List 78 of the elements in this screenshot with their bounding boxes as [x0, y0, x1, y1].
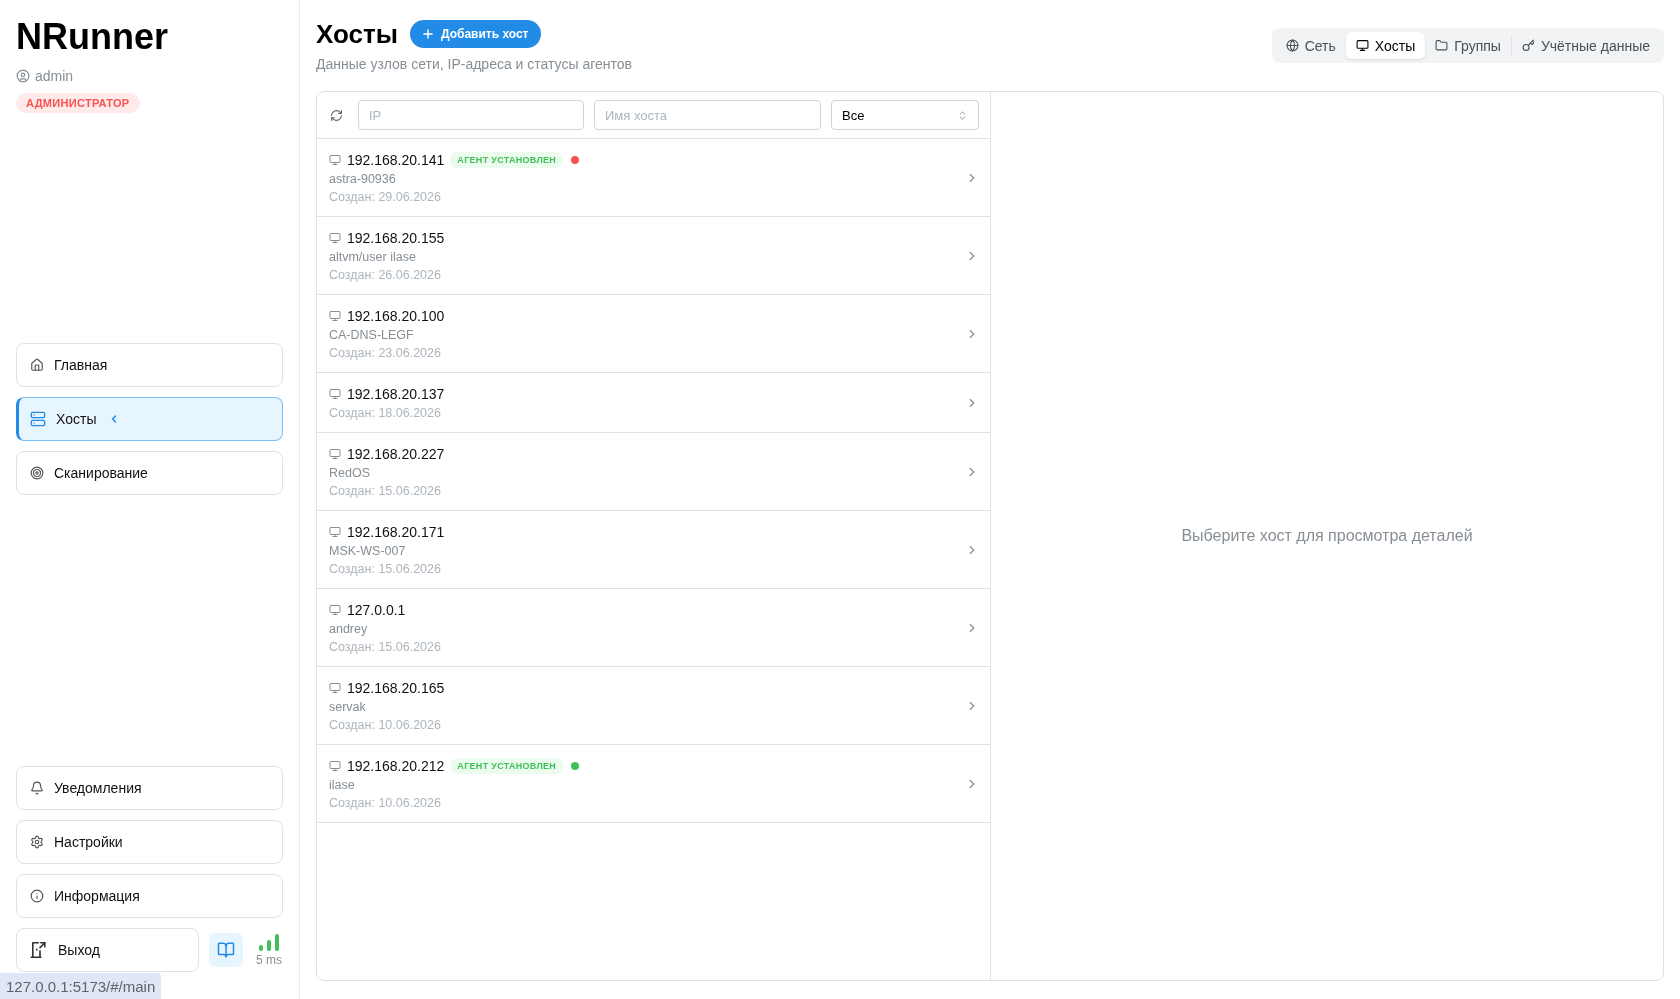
host-name: astra-90936 — [329, 171, 396, 188]
monitor-icon — [1355, 39, 1369, 52]
host-ip: 192.168.20.227 — [347, 446, 445, 462]
folder-icon — [1435, 39, 1449, 52]
host-name: ilase — [329, 777, 355, 794]
tab[interactable]: Сеть — [1275, 32, 1346, 59]
bell-icon — [30, 781, 44, 795]
add-host-button[interactable]: Добавить хост — [409, 20, 541, 48]
page-subtitle: Данные узлов сети, IP-адреса и статусы агентов — [316, 56, 632, 72]
server-icon — [30, 411, 46, 427]
hostname-field[interactable]: Имя хоста — [594, 100, 821, 130]
monitor-icon — [329, 604, 341, 616]
created-date: Создан: 29.06.2026 — [329, 189, 441, 206]
signal-icon — [259, 933, 279, 951]
host-ip: 192.168.20.165 — [347, 680, 445, 696]
refresh-icon[interactable] — [330, 108, 343, 122]
book-button[interactable] — [209, 933, 243, 967]
nav-item[interactable]: Уведомления — [16, 766, 283, 810]
role-badge: АДМИНИСТРАТОР — [16, 93, 140, 113]
agent-badge: АГЕНТ УСТАНОВЛЕН — [450, 758, 564, 774]
settings-icon — [30, 835, 44, 849]
created-date: Создан: 15.06.2026 — [329, 483, 441, 500]
created-date: Создан: 10.06.2026 — [329, 795, 441, 812]
monitor-icon — [329, 760, 341, 772]
logout-button[interactable]: Выход — [16, 928, 199, 972]
host-name: MSK-WS-007 — [329, 543, 406, 560]
nav-item[interactable]: Хосты — [16, 397, 283, 441]
monitor-icon — [329, 526, 341, 538]
nav-item[interactable]: Сканирование — [16, 451, 283, 495]
monitor-icon — [329, 310, 341, 322]
host-ip: 192.168.20.155 — [347, 230, 445, 246]
host-name: servak — [329, 699, 366, 716]
host-ip: 127.0.0.1 — [347, 602, 406, 618]
url-status-bar: 127.0.0.1:5173/#/main — [0, 973, 162, 999]
created-date: Создан: 23.06.2026 — [329, 345, 441, 362]
info-icon — [30, 889, 44, 903]
host-name: CA-DNS-LEGF — [329, 327, 414, 344]
empty-details-text: Выберите хост для просмотра деталей — [1181, 527, 1473, 545]
globe-icon — [1285, 39, 1299, 52]
created-date: Создан: 18.06.2026 — [329, 405, 441, 422]
created-date: Создан: 26.06.2026 — [329, 267, 441, 284]
status-select[interactable]: Все — [831, 100, 979, 130]
host-ip: 192.168.20.137 — [347, 386, 445, 402]
tab[interactable]: Хосты — [1345, 32, 1426, 59]
up-down-chevron-icon — [957, 109, 968, 121]
monitor-icon — [329, 388, 341, 400]
tab[interactable]: Группы — [1425, 32, 1511, 59]
monitor-icon — [329, 448, 341, 460]
nav-item[interactable]: Настройки — [16, 820, 283, 864]
monitor-icon — [329, 682, 341, 694]
created-date: Создан: 15.06.2026 — [329, 561, 441, 578]
agent-badge: АГЕНТ УСТАНОВЛЕН — [450, 152, 564, 168]
host-ip: 192.168.20.141 — [347, 152, 445, 168]
nav-item[interactable]: Главная — [16, 343, 283, 387]
home-icon — [30, 358, 44, 372]
created-date: Создан: 15.06.2026 — [329, 639, 441, 656]
target-icon — [30, 466, 44, 480]
monitor-icon — [329, 232, 341, 244]
monitor-icon — [329, 154, 341, 166]
page-title: Хосты — [316, 20, 398, 48]
ip-field[interactable]: IP — [358, 100, 584, 130]
host-ip: 192.168.20.171 — [347, 524, 445, 540]
latency-text: 5 ms — [256, 952, 282, 967]
created-date: Создан: 10.06.2026 — [329, 717, 441, 734]
key-icon — [1521, 39, 1535, 52]
tab[interactable]: Учётные данные — [1511, 32, 1660, 59]
plus-icon — [420, 27, 435, 41]
nav-item[interactable]: Информация — [16, 874, 283, 918]
host-name: altvm/user ilase — [329, 249, 416, 266]
door-arrow-icon — [30, 942, 46, 958]
app-title: NRunner — [16, 16, 168, 58]
host-name: andrey — [329, 621, 368, 638]
host-name: RedOS — [329, 465, 370, 482]
book-icon — [217, 941, 235, 959]
user-icon — [16, 69, 30, 83]
host-ip: 192.168.20.100 — [347, 308, 445, 324]
user-name: admin — [35, 68, 74, 84]
host-ip: 192.168.20.212 — [347, 758, 445, 774]
